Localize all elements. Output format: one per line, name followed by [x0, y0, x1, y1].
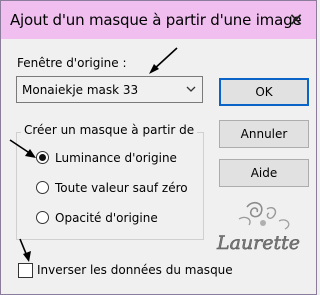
dialog-title: Ajout d'un masque à partir d'une image	[10, 11, 302, 29]
chevron-down-icon	[186, 86, 196, 92]
invert-mask-checkbox[interactable]	[18, 263, 33, 278]
radio-source-opacity[interactable]	[36, 211, 49, 224]
cancel-button[interactable]: Annuler	[219, 120, 309, 148]
arrow-pointer-icon	[9, 139, 36, 158]
mask-from-image-dialog: Ajout d'un masque à partir d'une image ✕…	[0, 0, 317, 295]
source-window-select[interactable]: Monaiekje mask 33	[16, 76, 203, 103]
invert-mask-label[interactable]: Inverser les données du masque	[37, 263, 233, 277]
mask-source-group-legend: Créer un masque à partir de	[21, 123, 198, 137]
title-bar: Ajout d'un masque à partir d'une image ✕	[1, 1, 316, 39]
source-window-label: Fenêtre d'origine :	[17, 56, 127, 70]
close-button[interactable]: ✕	[276, 1, 316, 39]
arrow-pointer-icon	[19, 238, 31, 262]
ok-button-label: OK	[255, 85, 273, 99]
source-window-value: Monaiekje mask 33	[22, 83, 139, 97]
radio-any-non-zero[interactable]	[36, 181, 49, 194]
radio-selected-dot	[39, 154, 46, 161]
arrow-pointer-icon	[149, 47, 178, 74]
watermark-text: Laurette	[216, 232, 300, 254]
help-button[interactable]: Aide	[219, 159, 309, 187]
close-icon: ✕	[288, 9, 304, 31]
radio-label-any-non-zero[interactable]: Toute valeur sauf zéro	[55, 181, 188, 195]
laurette-watermark-logo: Laurette	[216, 201, 300, 254]
cancel-button-label: Annuler	[240, 127, 288, 141]
radio-label-source-opacity[interactable]: Opacité d'origine	[55, 211, 158, 225]
help-button-label: Aide	[250, 166, 278, 180]
ok-button[interactable]: OK	[219, 78, 309, 106]
radio-label-source-luminance[interactable]: Luminance d'origine	[55, 151, 177, 165]
